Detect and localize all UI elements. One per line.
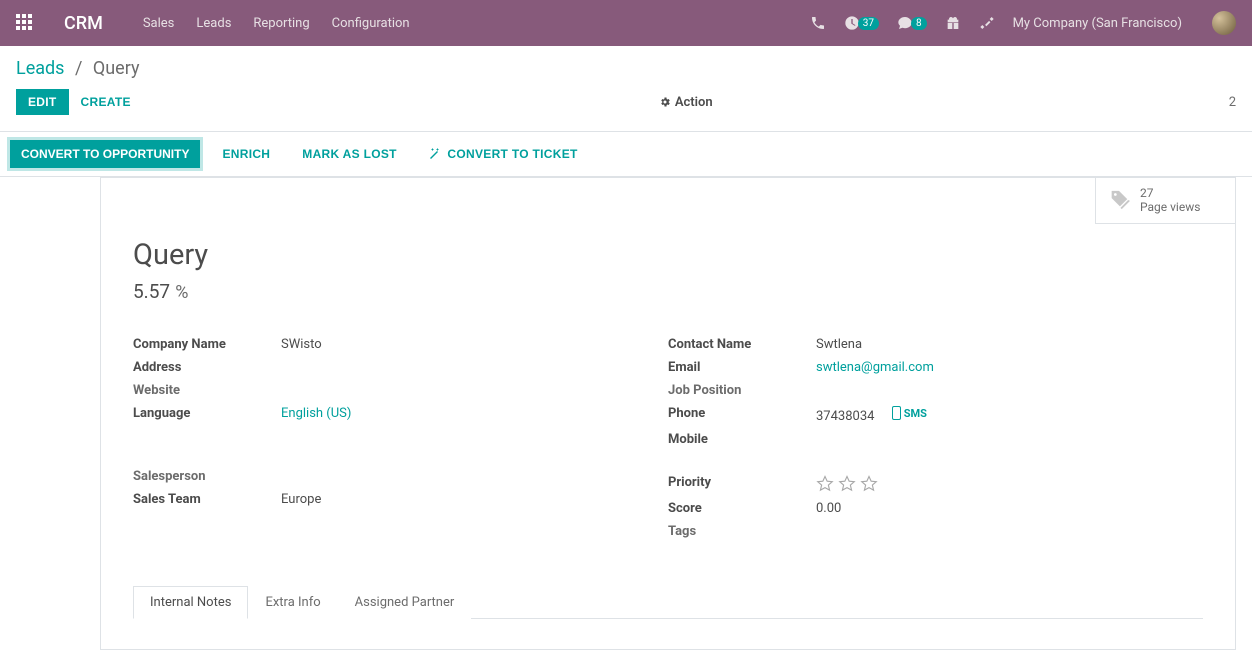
mobile-icon xyxy=(892,406,901,420)
avatar[interactable] xyxy=(1212,11,1236,35)
email-value[interactable]: swtlena@gmail.com xyxy=(816,360,934,375)
action-label: Action xyxy=(675,95,713,110)
wrench-icon[interactable] xyxy=(979,15,995,31)
statusbar: CONVERT TO OPPORTUNITY ENRICH MARK AS LO… xyxy=(0,131,1252,177)
phone-icon[interactable] xyxy=(810,15,826,31)
phone-value[interactable]: 37438034 xyxy=(816,409,874,424)
star-icon[interactable] xyxy=(860,475,878,493)
convert-opportunity-button[interactable]: CONVERT TO OPPORTUNITY xyxy=(10,140,200,168)
magic-wand-icon xyxy=(429,147,441,159)
menu-reporting[interactable]: Reporting xyxy=(253,16,309,31)
mobile-label: Mobile xyxy=(668,432,816,447)
breadcrumb-parent[interactable]: Leads xyxy=(16,58,64,79)
company-name: My Company (San Francisco) xyxy=(1013,16,1182,31)
language-label: Language xyxy=(133,406,281,421)
pageviews-label: Page views xyxy=(1140,200,1200,214)
left-column: Company Name SWisto Address Website Lang… xyxy=(133,337,668,547)
notebook-tabs: Internal Notes Extra Info Assigned Partn… xyxy=(133,585,1203,619)
breadcrumb: Leads / Query xyxy=(0,46,1252,79)
action-menu[interactable]: Action xyxy=(143,95,1229,110)
priority-label: Priority xyxy=(668,475,816,493)
apps-icon[interactable] xyxy=(16,14,34,32)
page-views-statbox[interactable]: 27 Page views xyxy=(1095,178,1235,224)
topbar: CRM Sales Leads Reporting Configuration … xyxy=(0,0,1252,46)
lead-title: Query xyxy=(133,238,1203,272)
systray: 37 8 My Company (San Francisco) xyxy=(810,11,1236,35)
convert-ticket-button[interactable]: CONVERT TO TICKET xyxy=(419,141,588,167)
convert-ticket-label: CONVERT TO TICKET xyxy=(447,147,577,161)
pager[interactable]: 2 xyxy=(1229,95,1236,110)
activities-badge: 37 xyxy=(858,17,879,30)
right-column: Contact Name Swtlena Email swtlena@gmail… xyxy=(668,337,1203,547)
tab-internal-notes[interactable]: Internal Notes xyxy=(133,586,248,619)
breadcrumb-sep: / xyxy=(75,58,82,79)
menu-leads[interactable]: Leads xyxy=(196,16,231,31)
app-brand[interactable]: CRM xyxy=(64,13,103,34)
contact-name-label: Contact Name xyxy=(668,337,816,352)
pageviews-count: 27 xyxy=(1140,186,1200,200)
star-icon[interactable] xyxy=(838,475,856,493)
gift-icon[interactable] xyxy=(945,15,961,31)
company-name-value: SWisto xyxy=(281,337,322,352)
sales-team-label: Sales Team xyxy=(133,492,281,507)
company-switcher[interactable]: My Company (San Francisco) xyxy=(1013,16,1182,31)
tags-label: Tags xyxy=(668,524,816,539)
enrich-button[interactable]: ENRICH xyxy=(212,141,280,167)
probability-unit: % xyxy=(175,282,188,303)
language-value[interactable]: English (US) xyxy=(281,406,351,421)
sms-label: SMS xyxy=(904,407,927,420)
email-label: Email xyxy=(668,360,816,375)
gear-icon xyxy=(659,96,671,108)
probability-value: 5.57 xyxy=(133,280,170,303)
breadcrumb-current: Query xyxy=(93,58,140,79)
score-label: Score xyxy=(668,501,816,516)
messages-button[interactable]: 8 xyxy=(897,15,927,31)
menu-configuration[interactable]: Configuration xyxy=(332,16,410,31)
company-name-label: Company Name xyxy=(133,337,281,352)
controlbar: EDIT CREATE Action 2 xyxy=(0,79,1252,131)
tab-extra-info[interactable]: Extra Info xyxy=(248,586,337,619)
website-label: Website xyxy=(133,383,281,398)
tags-icon xyxy=(1108,189,1130,211)
create-button[interactable]: CREATE xyxy=(69,89,143,115)
sms-button[interactable]: SMS xyxy=(892,406,927,420)
sales-team-value: Europe xyxy=(281,492,321,507)
salesperson-label: Salesperson xyxy=(133,469,281,484)
top-menu: Sales Leads Reporting Configuration xyxy=(143,16,410,31)
sheet-wrap: 27 Page views Query 5.57 % Company Name … xyxy=(0,177,1252,650)
activities-button[interactable]: 37 xyxy=(844,15,879,31)
menu-sales[interactable]: Sales xyxy=(143,16,175,31)
star-icon[interactable] xyxy=(816,475,834,493)
mark-lost-button[interactable]: MARK AS LOST xyxy=(292,141,407,167)
form-sheet: 27 Page views Query 5.57 % Company Name … xyxy=(100,177,1236,650)
messages-badge: 8 xyxy=(911,17,927,30)
address-label: Address xyxy=(133,360,281,375)
edit-button[interactable]: EDIT xyxy=(16,89,69,115)
contact-name-value: Swtlena xyxy=(816,337,862,352)
job-position-label: Job Position xyxy=(668,383,816,398)
priority-stars xyxy=(816,475,878,493)
score-value: 0.00 xyxy=(816,501,841,516)
tab-assigned-partner[interactable]: Assigned Partner xyxy=(338,586,472,619)
phone-label: Phone xyxy=(668,406,816,424)
